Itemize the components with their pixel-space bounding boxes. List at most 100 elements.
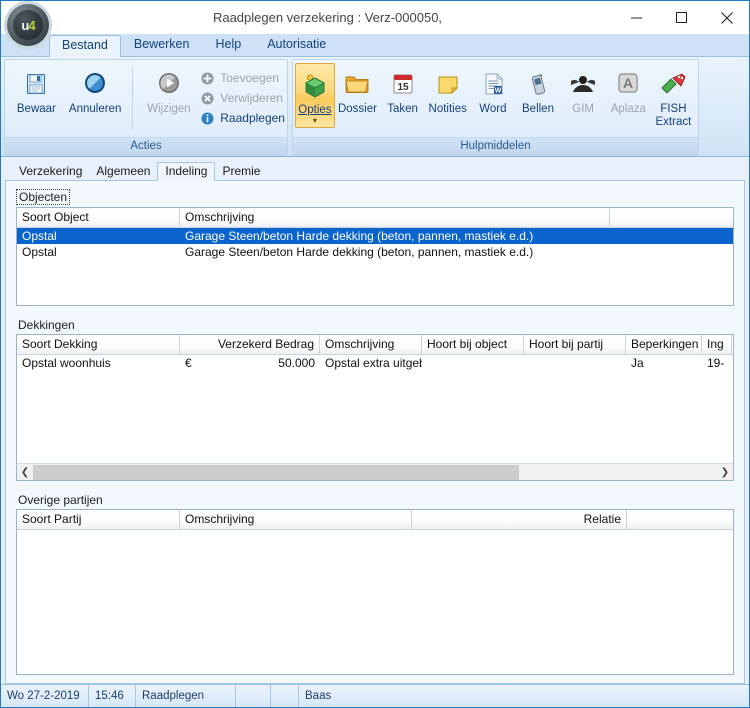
ribbon-button-bewaar[interactable]: Bewaar — [7, 63, 66, 116]
menu-tab-bestand[interactable]: Bestand — [49, 35, 121, 57]
ribbon-button-bellen[interactable]: Bellen — [515, 63, 560, 116]
ribbon-button-taken[interactable]: 15 Taken — [380, 63, 425, 116]
section-overige-partijen: Overige partijen Soort Partij Omschrijvi… — [16, 493, 734, 675]
menu-tab-help[interactable]: Help — [202, 34, 254, 56]
ribbon-button-gim[interactable]: GIM — [561, 63, 606, 116]
objecten-col-soort-object[interactable]: Soort Object — [17, 208, 180, 227]
tab-algemeen[interactable]: Algemeen — [89, 163, 157, 180]
ribbon-button-opties[interactable]: Opties ▾ — [295, 63, 335, 128]
tab-premie[interactable]: Premie — [215, 163, 267, 180]
dekkingen-grid-header: Soort Dekking Verzekerd Bedrag Omschrijv… — [17, 335, 733, 355]
aplaza-icon: A — [612, 68, 644, 100]
ribbon-button-verwijderen[interactable]: Verwijderen — [200, 88, 285, 108]
ribbon-button-toevoegen-label: Toevoegen — [220, 71, 279, 85]
fish-extract-icon — [657, 68, 689, 100]
add-icon — [200, 71, 215, 86]
dekkingen-col-verzekerd-bedrag[interactable]: Verzekerd Bedrag — [180, 335, 320, 354]
ribbon-button-notities[interactable]: Notities — [425, 63, 470, 116]
dekkingen-col-hoort-bij-object[interactable]: Hoort bij object — [422, 335, 524, 354]
overige-col-filler — [627, 510, 733, 529]
chevron-left-icon[interactable]: ❮ — [17, 464, 33, 480]
chevron-down-icon[interactable]: ▾ — [313, 117, 317, 125]
window-title: Raadplegen verzekering : Verz-000050, — [212, 10, 443, 25]
status-bar: Wo 27-2-2019 15:46 Raadplegen Baas — [1, 684, 749, 707]
status-date: Wo 27-2-2019 — [1, 685, 89, 707]
status-user: Baas — [305, 690, 332, 702]
svg-text:15: 15 — [397, 82, 409, 93]
close-button[interactable] — [704, 1, 749, 34]
chevron-right-icon[interactable]: ❯ — [717, 464, 733, 480]
dekkingen-col-beperkingen[interactable]: Beperkingen — [626, 335, 702, 354]
dekkingen-grid-body: Opstal woonhuis € 50.000 Opstal extra ui… — [17, 355, 733, 463]
logo-letter-4: 4 — [28, 17, 35, 33]
dekkingen-col-omschrijving[interactable]: Omschrijving — [320, 335, 422, 354]
tab-verzekering[interactable]: Verzekering — [12, 163, 89, 180]
ribbon-button-aplaza-label: Aplaza — [610, 103, 646, 115]
phone-icon — [522, 68, 554, 100]
dekkingen-cell-omschrijving: Opstal extra uitgeb — [325, 355, 422, 370]
overige-partijen-grid[interactable]: Soort Partij Omschrijving Relatie — [16, 509, 734, 675]
ribbon-button-toevoegen[interactable]: Toevoegen — [200, 68, 285, 88]
section-overige-partijen-label: Overige partijen — [18, 493, 103, 507]
objecten-cell-omschrijving: Garage Steen/beton Harde dekking (beton,… — [185, 228, 534, 243]
objecten-grid[interactable]: Soort Object Omschrijving Opstal Garage … — [16, 207, 734, 306]
folder-icon — [341, 68, 373, 100]
dekkingen-col-soort-dekking[interactable]: Soort Dekking — [17, 335, 180, 354]
tab-panel-indeling: Objecten Soort Object Omschrijving Opsta… — [5, 180, 745, 684]
dekkingen-col-hoort-bij-partij[interactable]: Hoort bij partij — [524, 335, 626, 354]
ribbon-button-dossier[interactable]: Dossier — [335, 63, 380, 116]
gim-icon — [567, 68, 599, 100]
objecten-cell-soort: Opstal — [22, 228, 57, 243]
note-icon — [432, 68, 464, 100]
save-floppy-icon — [20, 68, 52, 100]
ribbon-button-dossier-label: Dossier — [337, 103, 377, 115]
section-objecten-label: Objecten — [16, 189, 71, 205]
ribbon-group-hulpmiddelen: Opties ▾ Dossier 15 Taken Notities W Wor… — [292, 59, 699, 156]
dekkingen-horizontal-scrollbar[interactable]: ❮ ❯ — [17, 463, 733, 480]
status-time: 15:46 — [89, 685, 136, 707]
ribbon-button-raadplegen[interactable]: Raadplegen — [200, 108, 285, 128]
table-row[interactable]: Opstal Garage Steen/beton Harde dekking … — [17, 244, 733, 260]
menu-tab-autorisatie[interactable]: Autorisatie — [254, 34, 339, 56]
objecten-grid-header: Soort Object Omschrijving — [17, 208, 733, 228]
ribbon-group-acties: Bewaar Annuleren Wijzigen Toevoegen Verw… — [4, 59, 288, 156]
ribbon-button-annuleren[interactable]: Annuleren — [66, 63, 125, 116]
ribbon-button-fish-extract-label: FISH Extract — [655, 103, 692, 128]
menu-tab-bewerken[interactable]: Bewerken — [121, 34, 203, 56]
ribbon-button-raadplegen-label: Raadplegen — [220, 111, 285, 125]
ribbon-button-annuleren-label: Annuleren — [68, 103, 122, 115]
app-logo-icon: u4 — [7, 4, 49, 46]
play-circle-icon — [153, 68, 185, 100]
overige-col-soort-partij[interactable]: Soort Partij — [17, 510, 180, 529]
info-icon — [200, 111, 215, 126]
scrollbar-track[interactable] — [33, 464, 717, 480]
maximize-button[interactable] — [659, 1, 704, 34]
dekkingen-cell-bedrag: 50.000 — [278, 355, 315, 370]
dekkingen-col-ingangsdatum[interactable]: Ing — [702, 335, 732, 354]
ribbon-separator — [131, 67, 133, 129]
scrollbar-thumb[interactable] — [33, 464, 519, 480]
content-area: Verzekering Algemeen Indeling Premie Obj… — [1, 157, 749, 684]
table-row[interactable]: Opstal woonhuis € 50.000 Opstal extra ui… — [17, 355, 733, 371]
overige-col-omschrijving[interactable]: Omschrijving — [180, 510, 412, 529]
minimize-button[interactable] — [614, 1, 659, 34]
application-window: u4 Raadplegen verzekering : Verz-000050,… — [0, 0, 750, 708]
ribbon-button-word[interactable]: W Word — [470, 63, 515, 116]
overige-col-relatie[interactable]: Relatie — [412, 510, 627, 529]
status-mode: Raadplegen — [136, 685, 236, 707]
table-row[interactable]: Opstal Garage Steen/beton Harde dekking … — [17, 228, 733, 244]
ribbon-button-aplaza[interactable]: A Aplaza — [606, 63, 651, 116]
section-dekkingen-label: Dekkingen — [18, 318, 75, 332]
dekkingen-grid[interactable]: Soort Dekking Verzekerd Bedrag Omschrijv… — [16, 334, 734, 481]
ribbon-group-hulpmiddelen-caption: Hulpmiddelen — [293, 137, 698, 155]
ribbon-button-wijzigen[interactable]: Wijzigen — [139, 63, 198, 116]
objecten-col-omschrijving[interactable]: Omschrijving — [180, 208, 610, 227]
window-controls — [614, 1, 749, 34]
tab-indeling[interactable]: Indeling — [157, 162, 216, 181]
delete-icon — [200, 91, 215, 106]
svg-text:W: W — [495, 88, 502, 95]
section-dekkingen: Dekkingen Soort Dekking Verzekerd Bedrag… — [16, 318, 734, 481]
cancel-circle-icon — [79, 68, 111, 100]
objecten-grid-body: Opstal Garage Steen/beton Harde dekking … — [17, 228, 733, 305]
ribbon-button-fish-extract[interactable]: FISH Extract — [651, 63, 696, 129]
